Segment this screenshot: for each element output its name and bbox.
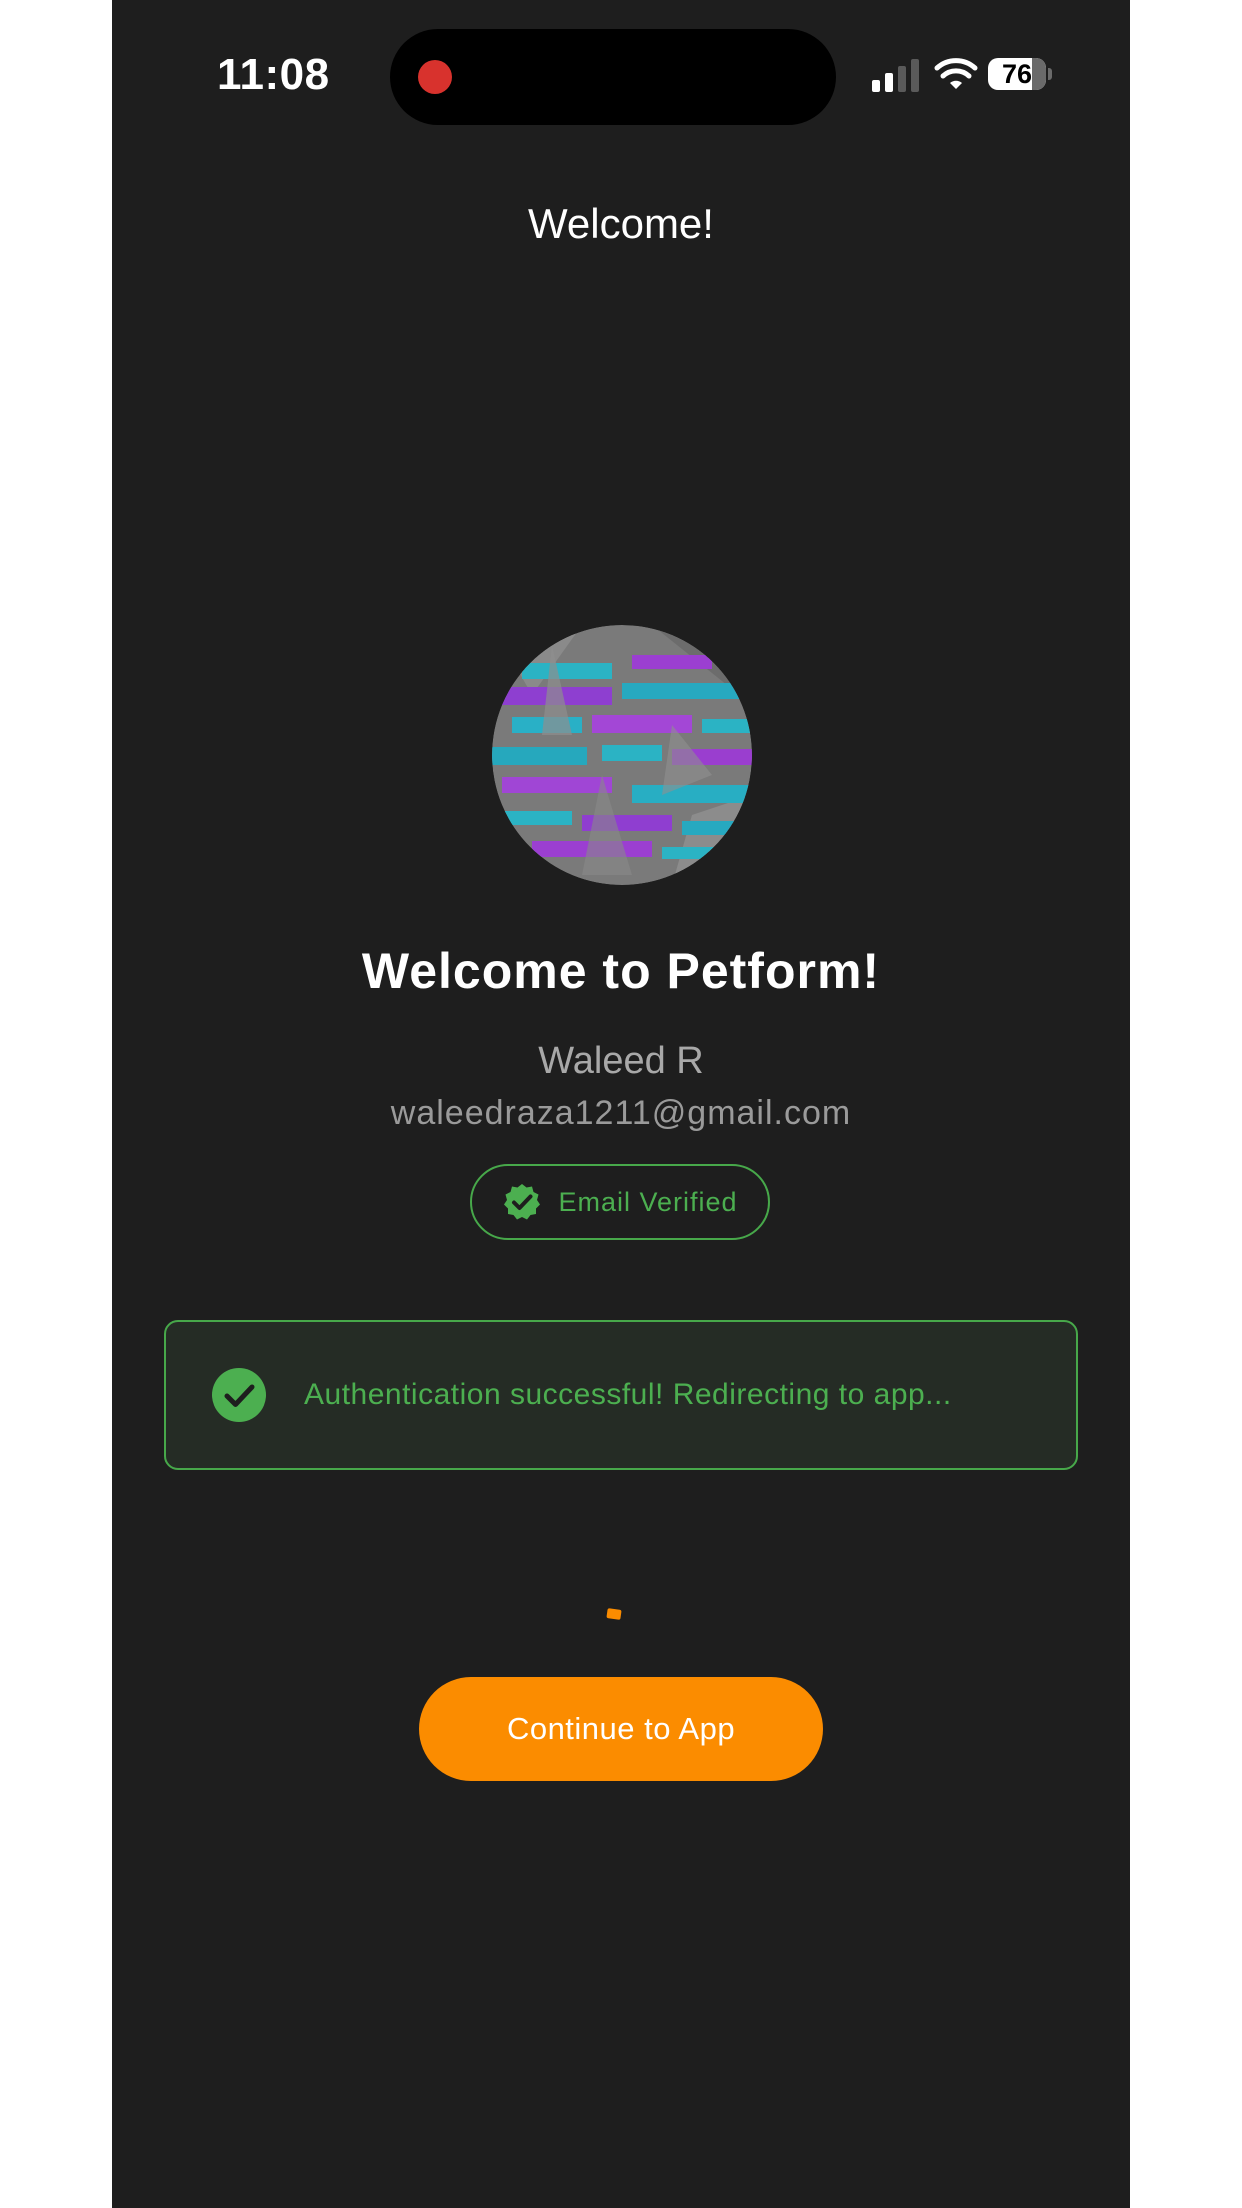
avatar-image <box>492 625 752 885</box>
app-screen: 11:08 76 Welcome! Welcome to Petform! Wa… <box>112 0 1130 2208</box>
loading-spinner-icon <box>606 1608 622 1620</box>
verified-check-icon <box>504 1184 541 1220</box>
signal-bar <box>911 59 919 92</box>
recording-indicator-icon <box>418 60 452 94</box>
user-name: Waleed R <box>538 1040 704 1082</box>
signal-bar <box>872 80 880 92</box>
battery-percent: 76 <box>1001 59 1033 89</box>
battery-nub <box>1048 68 1052 80</box>
signal-bar <box>885 73 893 92</box>
welcome-heading: Welcome to Petform! <box>361 943 881 999</box>
check-circle-icon <box>212 1368 266 1422</box>
page: 11:08 76 Welcome! Welcome to Petform! Wa… <box>0 0 1242 2208</box>
status-time: 11:08 <box>217 50 330 99</box>
user-email: waleedraza1211@gmail.com <box>390 1094 852 1132</box>
battery-icon: 76 <box>988 58 1052 92</box>
cellular-signal-icon <box>872 58 922 92</box>
email-verified-badge: Email Verified <box>470 1164 770 1240</box>
wifi-icon <box>934 58 978 89</box>
avatar <box>492 625 752 885</box>
signal-bar <box>898 66 906 92</box>
page-title: Welcome! <box>528 200 714 247</box>
battery-body: 76 <box>988 58 1046 90</box>
auth-success-message: Authentication successful! Redirecting t… <box>304 1378 952 1411</box>
auth-success-banner: Authentication successful! Redirecting t… <box>164 1320 1078 1470</box>
email-verified-label: Email Verified <box>558 1186 738 1217</box>
continue-to-app-button[interactable]: Continue to App <box>419 1677 823 1781</box>
dynamic-island <box>390 29 836 125</box>
